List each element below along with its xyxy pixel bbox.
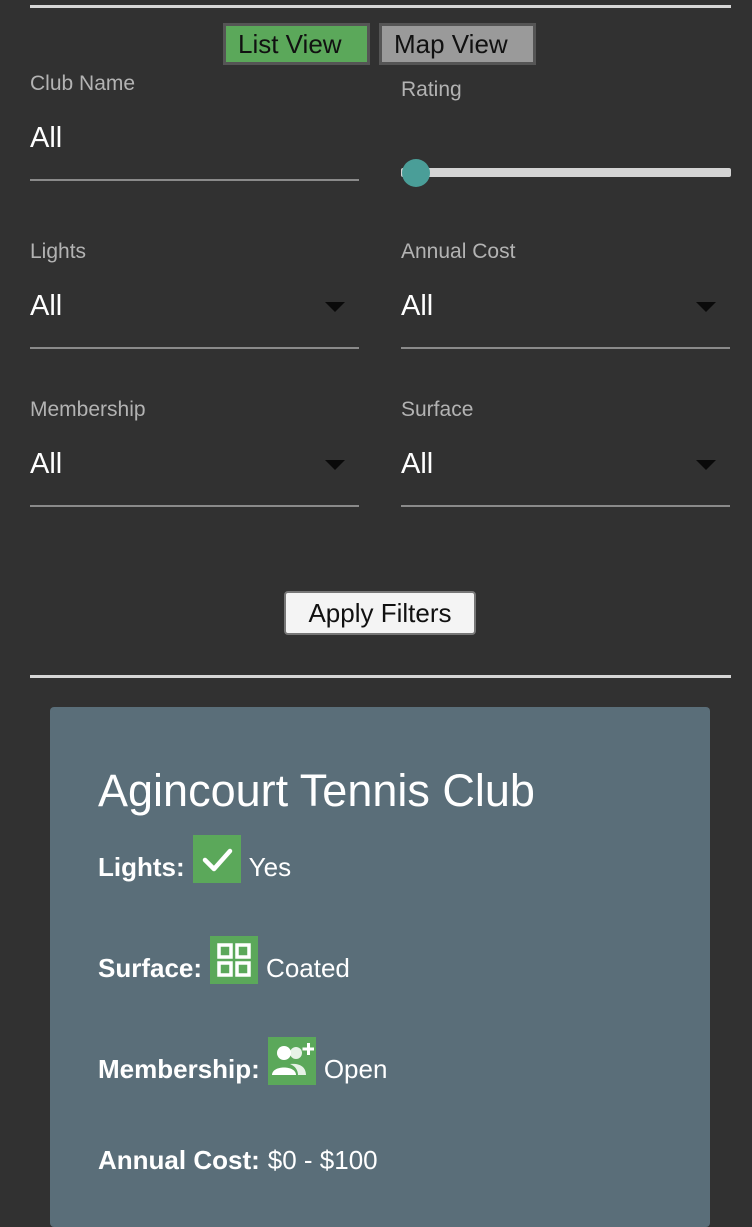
lights-label: Lights: [30, 240, 87, 263]
membership-row: Membership: Open: [98, 1037, 387, 1085]
membership-key: Membership:: [98, 1054, 260, 1084]
lights-select-value[interactable]: All: [30, 290, 62, 323]
rating-slider[interactable]: [401, 158, 731, 188]
lights-value: Yes: [248, 852, 292, 882]
rating-slider-track[interactable]: [401, 168, 731, 177]
checkmark-icon: [192, 835, 241, 883]
surface-row: Surface: Coated: [98, 936, 350, 984]
lights-row: Lights: Yes: [98, 835, 291, 883]
annual-cost-label: Annual Cost: [401, 240, 516, 263]
club-name-filter[interactable]: Club Name All: [30, 70, 359, 182]
top-divider: [30, 5, 731, 8]
lights-filter[interactable]: Lights All: [30, 238, 359, 350]
membership-underline: [30, 505, 359, 507]
chevron-down-icon[interactable]: [696, 302, 716, 312]
rating-filter: Rating: [401, 76, 730, 106]
surface-value: Coated: [266, 953, 350, 983]
lights-key: Lights:: [98, 852, 185, 882]
apply-filters-button[interactable]: Apply Filters: [284, 591, 476, 635]
annual-cost-key: Annual Cost:: [98, 1145, 260, 1175]
surface-label: Surface: [401, 398, 474, 421]
surface-filter[interactable]: Surface All: [401, 396, 730, 508]
annual-cost-value: $0 - $100: [267, 1145, 378, 1175]
chevron-down-icon[interactable]: [696, 460, 716, 470]
surface-underline: [401, 505, 730, 507]
club-card[interactable]: Agincourt Tennis Club Lights: Yes Surfac…: [50, 707, 710, 1227]
grid-icon: [210, 936, 259, 984]
membership-filter[interactable]: Membership All: [30, 396, 359, 508]
surface-key: Surface:: [98, 953, 203, 983]
list-view-button[interactable]: List View: [223, 23, 370, 65]
add-people-icon: [267, 1037, 316, 1085]
surface-select-value[interactable]: All: [401, 448, 433, 481]
annual-cost-row: Annual Cost: $0 - $100: [98, 1145, 378, 1176]
membership-label: Membership: [30, 398, 146, 421]
club-name[interactable]: Agincourt Tennis Club: [98, 765, 535, 817]
membership-value: Open: [323, 1054, 388, 1084]
results-divider: [30, 675, 731, 678]
membership-select-value[interactable]: All: [30, 448, 62, 481]
rating-label: Rating: [401, 78, 462, 101]
club-name-label: Club Name: [30, 72, 136, 95]
club-name-underline: [30, 179, 359, 181]
annual-cost-select-value[interactable]: All: [401, 290, 433, 323]
lights-underline: [30, 347, 359, 349]
rating-slider-thumb[interactable]: [402, 159, 430, 187]
annual-cost-underline: [401, 347, 730, 349]
chevron-down-icon[interactable]: [325, 302, 345, 312]
annual-cost-filter[interactable]: Annual Cost All: [401, 238, 730, 350]
view-toggle: List View Map View: [223, 23, 536, 65]
chevron-down-icon[interactable]: [325, 460, 345, 470]
club-name-input[interactable]: All: [30, 122, 62, 155]
map-view-button[interactable]: Map View: [379, 23, 536, 65]
